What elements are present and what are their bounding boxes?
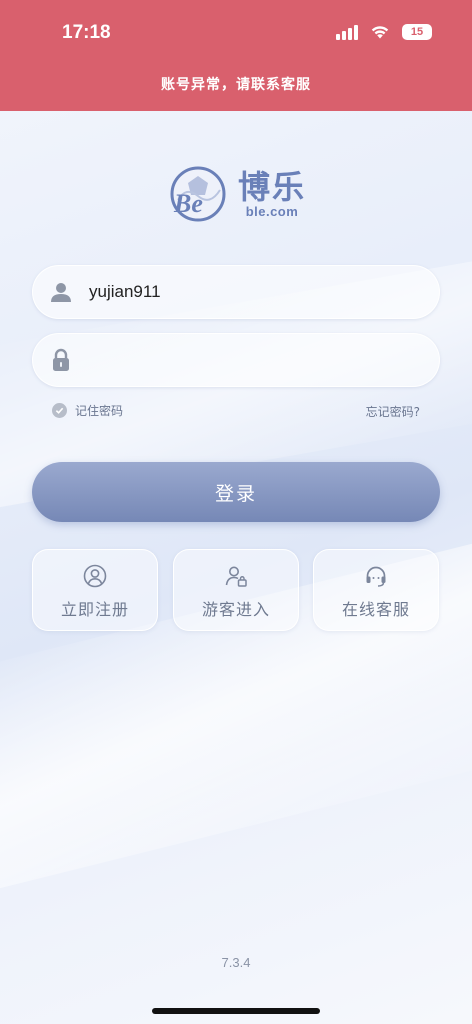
guest-entry-button[interactable]: 游客进入 [173, 549, 299, 631]
brand-logo: Be 博乐 ble.com [168, 166, 306, 222]
password-field[interactable] [32, 333, 440, 387]
forgot-password-link[interactable]: 忘记密码? [366, 403, 420, 420]
brand-domain: ble.com [245, 204, 299, 219]
user-circle-icon [83, 564, 107, 588]
status-icons: 15 [336, 24, 432, 40]
lock-icon [53, 348, 69, 371]
battery-level: 15 [410, 26, 424, 38]
home-indicator[interactable] [152, 1008, 320, 1014]
logo-text: 博乐 ble.com [238, 169, 306, 219]
headset-icon [366, 566, 386, 587]
wifi-icon [371, 26, 389, 39]
brand-name: 博乐 [238, 168, 307, 206]
login-button[interactable]: 登录 [32, 462, 440, 522]
username-value[interactable]: yujian911 [89, 282, 161, 302]
customer-service-label: 在线客服 [341, 600, 410, 619]
logo-mark-letters: Be [173, 189, 203, 218]
guest-entry-label: 游客进入 [201, 600, 270, 619]
battery-icon: 15 [402, 24, 432, 40]
username-field[interactable]: yujian911 [32, 265, 440, 319]
user-icon [51, 283, 71, 302]
register-button[interactable]: 立即注册 [32, 549, 158, 631]
customer-service-button[interactable]: 在线客服 [313, 549, 439, 631]
status-time: 17:18 [62, 22, 111, 43]
account-warning-banner: 账号异常，请联系客服 [161, 77, 311, 93]
register-label: 立即注册 [60, 600, 129, 619]
checkmark-icon[interactable] [52, 403, 67, 418]
remember-password-label: 记住密码 [75, 404, 124, 418]
guest-user-icon [225, 566, 247, 587]
top-header: 17:18 15 账号异常，请联系客服 [0, 0, 472, 111]
remember-password-toggle[interactable]: 记住密码 [52, 402, 123, 419]
soccer-ball-logo-icon: Be [170, 166, 226, 222]
cellular-signal-icon [336, 24, 358, 40]
app-version: 7.3.4 [221, 955, 251, 970]
